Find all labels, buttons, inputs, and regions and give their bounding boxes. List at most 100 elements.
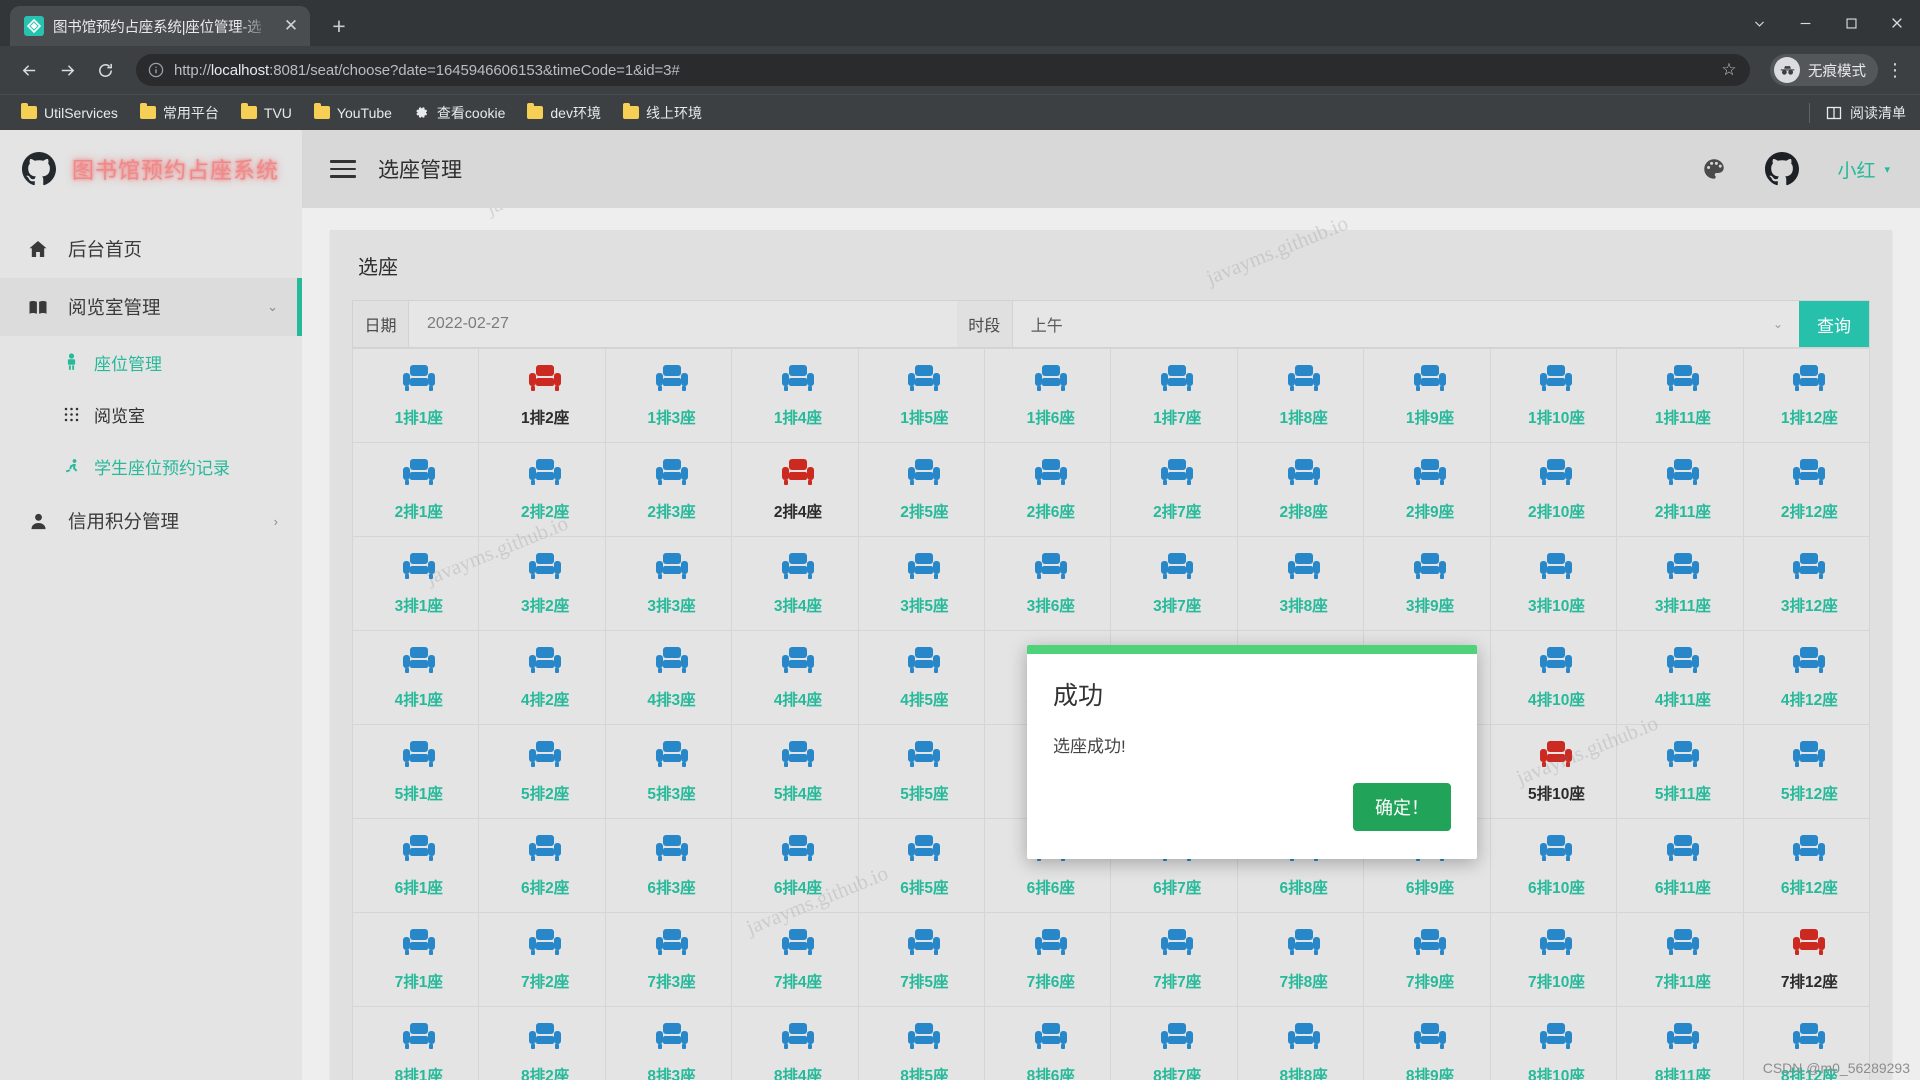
seat-cell[interactable]: 5排10座 bbox=[1490, 725, 1618, 819]
seat-cell[interactable]: 4排11座 bbox=[1617, 631, 1744, 725]
seat-cell[interactable]: 1排5座 bbox=[858, 349, 986, 443]
search-button[interactable]: 查询 bbox=[1799, 301, 1869, 347]
seat-cell[interactable]: 8排7座 bbox=[1111, 1007, 1238, 1080]
new-tab-button[interactable]: + bbox=[322, 9, 356, 43]
seat-cell[interactable]: 3排2座 bbox=[479, 537, 606, 631]
seat-cell[interactable]: 4排10座 bbox=[1490, 631, 1618, 725]
period-select[interactable]: 上午 ⌄ bbox=[1012, 301, 1799, 347]
seat-cell[interactable]: 3排10座 bbox=[1490, 537, 1618, 631]
seat-cell[interactable]: 4排1座 bbox=[353, 631, 480, 725]
seat-cell[interactable]: 4排12座 bbox=[1743, 631, 1870, 725]
seat-cell[interactable]: 1排8座 bbox=[1237, 349, 1365, 443]
seat-cell[interactable]: 3排3座 bbox=[605, 537, 733, 631]
seat-cell[interactable]: 2排5座 bbox=[858, 443, 986, 537]
seat-cell[interactable]: 1排7座 bbox=[1111, 349, 1238, 443]
seat-cell[interactable]: 8排1座 bbox=[353, 1007, 480, 1080]
hamburger-menu-icon[interactable] bbox=[330, 160, 356, 178]
sidebar-item-credit-management[interactable]: 信用积分管理 › bbox=[0, 492, 302, 550]
seat-cell[interactable]: 5排5座 bbox=[858, 725, 986, 819]
bookmark-item[interactable]: YouTube bbox=[305, 101, 401, 125]
seat-cell[interactable]: 8排5座 bbox=[858, 1007, 986, 1080]
seat-cell[interactable]: 6排5座 bbox=[858, 819, 986, 913]
confirm-button[interactable]: 确定！ bbox=[1353, 783, 1451, 831]
seat-cell[interactable]: 1排4座 bbox=[732, 349, 859, 443]
seat-cell[interactable]: 3排1座 bbox=[353, 537, 480, 631]
sidebar-item-reading-room-mgmt[interactable]: 阅览室管理 ⌄ bbox=[0, 278, 302, 336]
seat-cell[interactable]: 7排12座 bbox=[1743, 913, 1870, 1007]
seat-cell[interactable]: 1排1座 bbox=[353, 349, 480, 443]
reading-list-button[interactable]: 阅读清单 bbox=[1809, 102, 1906, 123]
seat-cell[interactable]: 8排6座 bbox=[985, 1007, 1112, 1080]
seat-cell[interactable]: 7排6座 bbox=[985, 913, 1112, 1007]
seat-cell[interactable]: 3排7座 bbox=[1111, 537, 1238, 631]
seat-cell[interactable]: 7排4座 bbox=[732, 913, 859, 1007]
address-bar[interactable]: http://localhost:8081/seat/choose?date=1… bbox=[136, 54, 1750, 86]
seat-cell[interactable]: 4排3座 bbox=[605, 631, 733, 725]
seat-cell[interactable]: 4排5座 bbox=[858, 631, 986, 725]
bookmark-item[interactable]: 线上环境 bbox=[614, 99, 711, 127]
brand[interactable]: 图书馆预约占座系统 bbox=[0, 130, 302, 208]
seat-cell[interactable]: 1排2座 bbox=[479, 349, 606, 443]
close-icon[interactable]: ✕ bbox=[280, 15, 302, 37]
seat-cell[interactable]: 3排4座 bbox=[732, 537, 859, 631]
palette-icon[interactable] bbox=[1701, 156, 1727, 182]
seat-cell[interactable]: 7排2座 bbox=[479, 913, 606, 1007]
sidebar-item-reading-room[interactable]: 阅览室 bbox=[0, 388, 302, 440]
seat-cell[interactable]: 6排3座 bbox=[605, 819, 733, 913]
forward-icon[interactable] bbox=[50, 53, 84, 87]
seat-cell[interactable]: 6排11座 bbox=[1617, 819, 1744, 913]
seat-cell[interactable]: 2排3座 bbox=[605, 443, 733, 537]
seat-cell[interactable]: 3排12座 bbox=[1743, 537, 1870, 631]
seat-cell[interactable]: 2排2座 bbox=[479, 443, 606, 537]
chevron-down-icon[interactable] bbox=[1736, 0, 1782, 46]
seat-cell[interactable]: 5排1座 bbox=[353, 725, 480, 819]
seat-cell[interactable]: 1排12座 bbox=[1743, 349, 1870, 443]
seat-cell[interactable]: 5排2座 bbox=[479, 725, 606, 819]
seat-cell[interactable]: 2排4座 bbox=[732, 443, 859, 537]
incognito-profile-chip[interactable]: 无痕模式 bbox=[1770, 54, 1878, 86]
back-icon[interactable] bbox=[12, 53, 46, 87]
seat-cell[interactable]: 5排4座 bbox=[732, 725, 859, 819]
browser-tab[interactable]: 图书馆预约占座系统|座位管理-选 ✕ bbox=[10, 6, 310, 46]
bookmark-star-icon[interactable]: ☆ bbox=[1720, 60, 1738, 80]
seat-cell[interactable]: 7排8座 bbox=[1237, 913, 1365, 1007]
seat-cell[interactable]: 7排1座 bbox=[353, 913, 480, 1007]
seat-cell[interactable]: 6排4座 bbox=[732, 819, 859, 913]
sidebar-item-seat-management[interactable]: 座位管理 bbox=[0, 336, 302, 388]
seat-cell[interactable]: 8排8座 bbox=[1237, 1007, 1365, 1080]
seat-cell[interactable]: 2排9座 bbox=[1364, 443, 1491, 537]
seat-cell[interactable]: 8排3座 bbox=[605, 1007, 733, 1080]
seat-cell[interactable]: 7排3座 bbox=[605, 913, 733, 1007]
minimize-icon[interactable] bbox=[1782, 0, 1828, 46]
sidebar-item-student-reservation-records[interactable]: 学生座位预约记录 bbox=[0, 440, 302, 492]
browser-menu-icon[interactable]: ⋮ bbox=[1882, 60, 1908, 81]
seat-cell[interactable]: 3排5座 bbox=[858, 537, 986, 631]
seat-cell[interactable]: 8排2座 bbox=[479, 1007, 606, 1080]
bookmark-item[interactable]: UtilServices bbox=[12, 101, 127, 125]
sidebar-item-home[interactable]: 后台首页 bbox=[0, 220, 302, 278]
user-menu[interactable]: 小红 ▾ bbox=[1837, 156, 1890, 183]
date-input[interactable]: 2022-02-27 bbox=[409, 301, 957, 347]
seat-cell[interactable]: 7排10座 bbox=[1490, 913, 1618, 1007]
seat-cell[interactable]: 5排11座 bbox=[1617, 725, 1744, 819]
bookmark-item[interactable]: 查看cookie bbox=[405, 99, 514, 127]
seat-cell[interactable]: 5排3座 bbox=[605, 725, 733, 819]
bookmark-item[interactable]: 常用平台 bbox=[131, 99, 228, 127]
seat-cell[interactable]: 8排11座 bbox=[1617, 1007, 1744, 1080]
seat-cell[interactable]: 4排4座 bbox=[732, 631, 859, 725]
seat-cell[interactable]: 7排5座 bbox=[858, 913, 986, 1007]
seat-cell[interactable]: 6排12座 bbox=[1743, 819, 1870, 913]
seat-cell[interactable]: 8排4座 bbox=[732, 1007, 859, 1080]
maximize-icon[interactable] bbox=[1828, 0, 1874, 46]
seat-cell[interactable]: 3排9座 bbox=[1364, 537, 1491, 631]
seat-cell[interactable]: 1排6座 bbox=[985, 349, 1112, 443]
seat-cell[interactable]: 1排11座 bbox=[1617, 349, 1744, 443]
seat-cell[interactable]: 5排12座 bbox=[1743, 725, 1870, 819]
seat-cell[interactable]: 2排6座 bbox=[985, 443, 1112, 537]
seat-cell[interactable]: 8排10座 bbox=[1490, 1007, 1618, 1080]
bookmark-item[interactable]: dev环境 bbox=[518, 99, 610, 127]
seat-cell[interactable]: 7排7座 bbox=[1111, 913, 1238, 1007]
seat-cell[interactable]: 1排3座 bbox=[605, 349, 733, 443]
seat-cell[interactable]: 6排1座 bbox=[353, 819, 480, 913]
seat-cell[interactable]: 2排10座 bbox=[1490, 443, 1618, 537]
